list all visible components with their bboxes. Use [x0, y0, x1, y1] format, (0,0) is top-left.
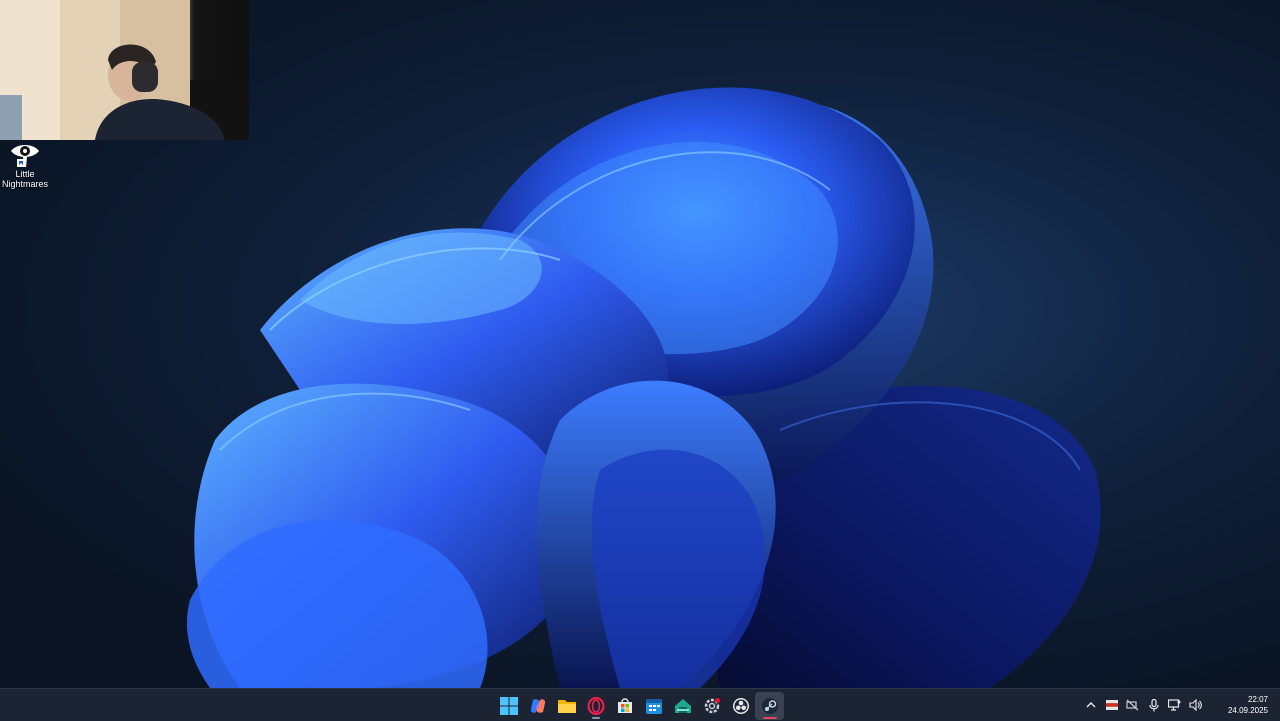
- tray-overflow-button[interactable]: [1080, 691, 1101, 719]
- taskbar-copilot[interactable]: [523, 692, 552, 720]
- settings-gear-icon: [704, 698, 720, 714]
- clock-date: 24.09.2025: [1227, 706, 1268, 715]
- taskbar-calendar-app[interactable]: [639, 692, 668, 720]
- running-indicator: [763, 717, 777, 719]
- desktop[interactable]: Little Nightmares: [0, 0, 1280, 688]
- language-flag-icon: [1105, 700, 1118, 710]
- taskbar-game-launcher[interactable]: [668, 692, 697, 720]
- taskbar-microsoft-store[interactable]: [610, 692, 639, 720]
- windows-start-icon: [499, 697, 518, 715]
- taskbar-steam[interactable]: [755, 692, 784, 720]
- taskbar-apps: [494, 689, 784, 721]
- microphone-icon: [1148, 698, 1159, 711]
- copilot-icon: [530, 699, 545, 713]
- tray-language[interactable]: [1101, 691, 1122, 719]
- taskbar: 22:07 24.09.2025: [0, 688, 1280, 721]
- tray-network[interactable]: [1122, 691, 1143, 719]
- start-button[interactable]: [494, 692, 523, 720]
- running-indicator: [592, 717, 600, 719]
- network-icon: [1126, 699, 1139, 711]
- webcam-overlay: [0, 0, 249, 140]
- volume-icon: [1189, 699, 1202, 711]
- steam-icon: [761, 698, 778, 714]
- microsoft-store-icon: [617, 698, 632, 713]
- taskbar-file-explorer[interactable]: [552, 692, 581, 720]
- clock-time: 22:07: [1247, 695, 1268, 704]
- game-launcher-icon: [674, 699, 691, 713]
- system-tray: 22:07 24.09.2025: [1080, 689, 1280, 721]
- tray-volume[interactable]: [1185, 691, 1206, 719]
- little-nightmares-eye-icon: [9, 141, 41, 169]
- taskbar-opera-gx[interactable]: [581, 692, 610, 720]
- display-icon: [1168, 699, 1181, 711]
- tray-microphone[interactable]: [1143, 691, 1164, 719]
- webcam-person-image: [0, 0, 249, 140]
- opera-gx-icon: [587, 697, 604, 715]
- desktop-icon-little-nightmares[interactable]: Little Nightmares: [0, 141, 50, 193]
- taskbar-settings[interactable]: [697, 692, 726, 720]
- taskbar-clock[interactable]: 22:07 24.09.2025: [1206, 689, 1280, 721]
- chevron-up-icon: [1086, 702, 1095, 708]
- taskbar-obs-studio[interactable]: [726, 692, 755, 720]
- obs-studio-icon: [732, 698, 749, 714]
- calendar-app-icon: [645, 699, 662, 714]
- tray-display[interactable]: [1164, 691, 1185, 719]
- desktop-icon-label: Little Nightmares: [1, 169, 48, 189]
- file-explorer-icon: [557, 700, 576, 713]
